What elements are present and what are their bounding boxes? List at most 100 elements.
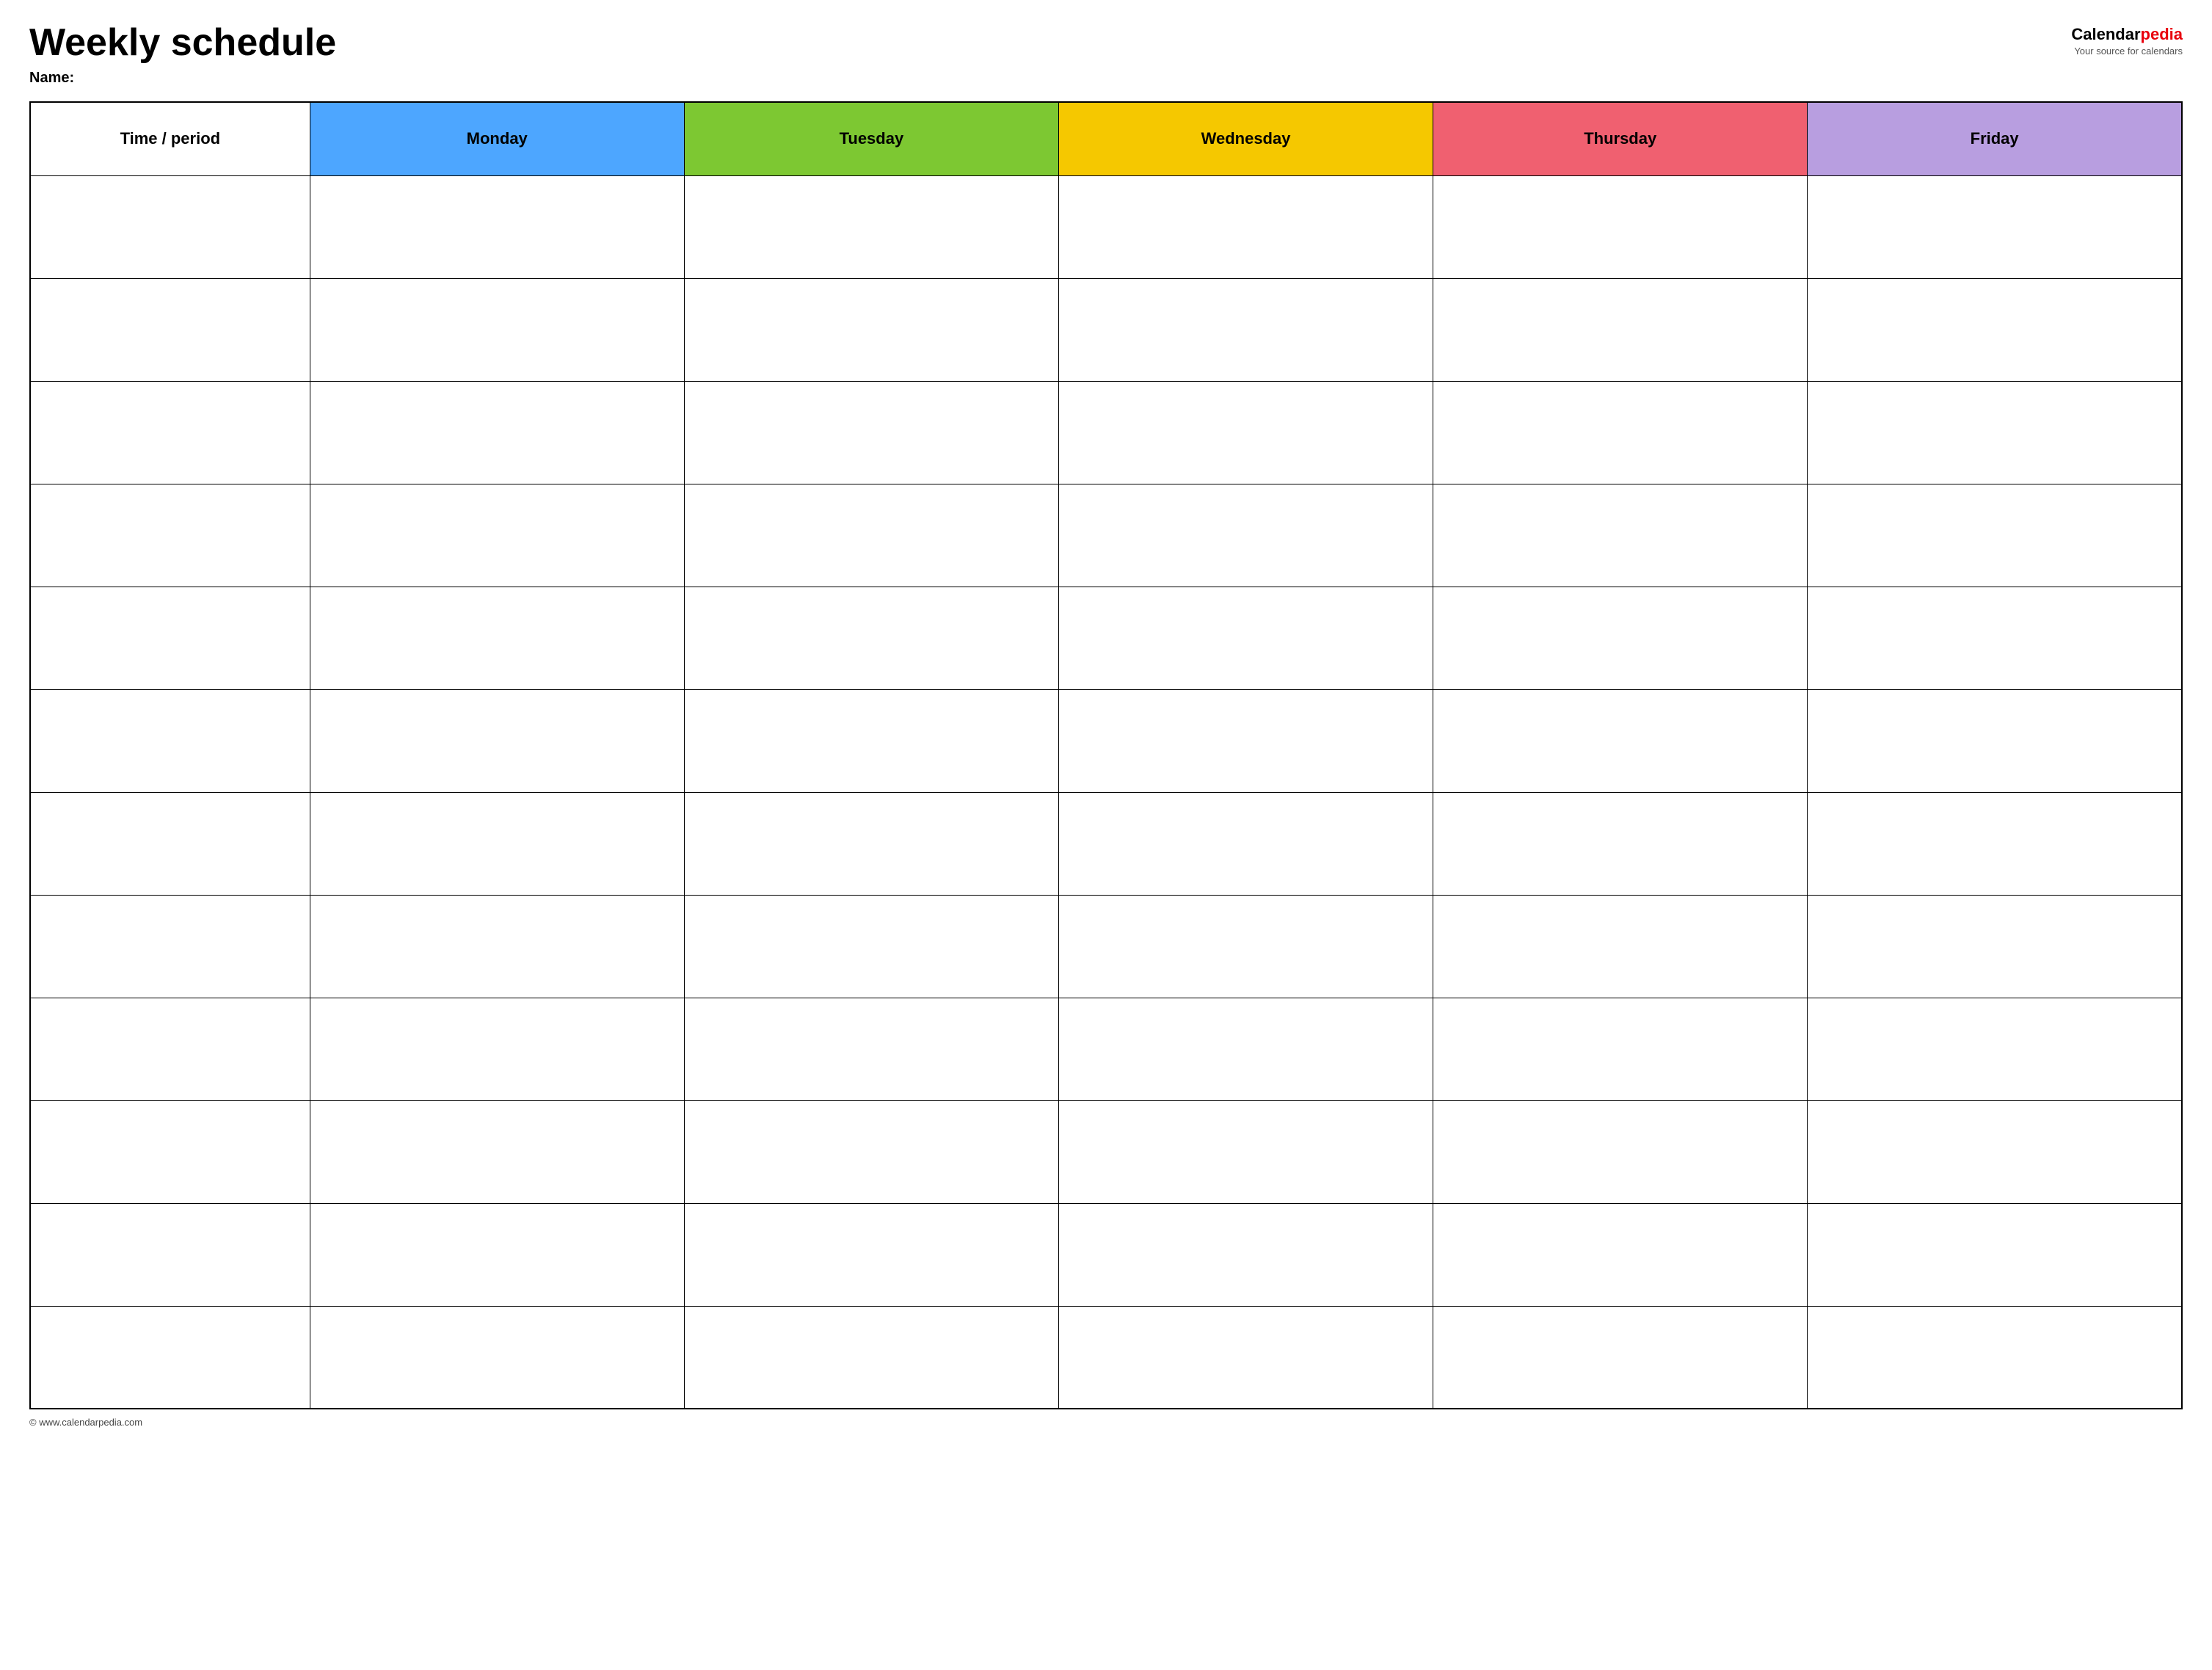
logo-subtitle: Your source for calendars [2074, 46, 2183, 57]
day-cell[interactable] [1808, 587, 2182, 689]
day-cell[interactable] [684, 1100, 1058, 1203]
time-cell[interactable] [30, 175, 310, 278]
table-header-row: Time / period Monday Tuesday Wednesday T… [30, 102, 2182, 175]
name-label: Name: [29, 70, 336, 87]
day-cell[interactable] [1058, 278, 1433, 381]
header-friday: Friday [1808, 102, 2182, 175]
day-cell[interactable] [310, 998, 684, 1100]
day-cell[interactable] [310, 587, 684, 689]
time-cell[interactable] [30, 381, 310, 484]
day-cell[interactable] [310, 381, 684, 484]
day-cell[interactable] [1808, 278, 2182, 381]
day-cell[interactable] [684, 175, 1058, 278]
day-cell[interactable] [1433, 1100, 1808, 1203]
day-cell[interactable] [310, 484, 684, 587]
table-row[interactable] [30, 895, 2182, 998]
day-cell[interactable] [310, 175, 684, 278]
table-body [30, 175, 2182, 1409]
day-cell[interactable] [1808, 1306, 2182, 1409]
day-cell[interactable] [1058, 998, 1433, 1100]
day-cell[interactable] [1433, 278, 1808, 381]
day-cell[interactable] [1058, 792, 1433, 895]
day-cell[interactable] [1808, 1100, 2182, 1203]
table-row[interactable] [30, 1306, 2182, 1409]
logo-text: Calendarpedia [2071, 25, 2183, 44]
day-cell[interactable] [684, 1203, 1058, 1306]
page-title: Weekly schedule [29, 22, 336, 64]
day-cell[interactable] [684, 381, 1058, 484]
day-cell[interactable] [1808, 689, 2182, 792]
day-cell[interactable] [684, 689, 1058, 792]
day-cell[interactable] [1058, 175, 1433, 278]
table-row[interactable] [30, 381, 2182, 484]
day-cell[interactable] [1433, 175, 1808, 278]
day-cell[interactable] [1058, 1100, 1433, 1203]
day-cell[interactable] [1433, 381, 1808, 484]
day-cell[interactable] [684, 278, 1058, 381]
table-row[interactable] [30, 175, 2182, 278]
day-cell[interactable] [684, 895, 1058, 998]
day-cell[interactable] [1808, 792, 2182, 895]
day-cell[interactable] [1058, 689, 1433, 792]
schedule-table: Time / period Monday Tuesday Wednesday T… [29, 101, 2183, 1409]
header-time: Time / period [30, 102, 310, 175]
day-cell[interactable] [1433, 998, 1808, 1100]
time-cell[interactable] [30, 1306, 310, 1409]
page-header: Weekly schedule Name: Calendarpedia Your… [29, 22, 2183, 87]
day-cell[interactable] [310, 895, 684, 998]
day-cell[interactable] [310, 278, 684, 381]
day-cell[interactable] [310, 1203, 684, 1306]
time-cell[interactable] [30, 792, 310, 895]
time-cell[interactable] [30, 689, 310, 792]
time-cell[interactable] [30, 484, 310, 587]
time-cell[interactable] [30, 998, 310, 1100]
day-cell[interactable] [1058, 895, 1433, 998]
logo-section: Calendarpedia Your source for calendars [2071, 25, 2183, 57]
day-cell[interactable] [1058, 1306, 1433, 1409]
day-cell[interactable] [310, 689, 684, 792]
day-cell[interactable] [1058, 484, 1433, 587]
day-cell[interactable] [684, 792, 1058, 895]
day-cell[interactable] [684, 998, 1058, 1100]
time-cell[interactable] [30, 587, 310, 689]
table-row[interactable] [30, 587, 2182, 689]
header-wednesday: Wednesday [1058, 102, 1433, 175]
day-cell[interactable] [1808, 381, 2182, 484]
header-thursday: Thursday [1433, 102, 1808, 175]
time-cell[interactable] [30, 1203, 310, 1306]
day-cell[interactable] [1808, 175, 2182, 278]
time-cell[interactable] [30, 1100, 310, 1203]
day-cell[interactable] [1058, 1203, 1433, 1306]
day-cell[interactable] [310, 792, 684, 895]
day-cell[interactable] [310, 1306, 684, 1409]
table-row[interactable] [30, 484, 2182, 587]
day-cell[interactable] [1433, 587, 1808, 689]
day-cell[interactable] [1058, 381, 1433, 484]
day-cell[interactable] [1058, 587, 1433, 689]
day-cell[interactable] [1433, 1306, 1808, 1409]
time-cell[interactable] [30, 278, 310, 381]
table-row[interactable] [30, 998, 2182, 1100]
day-cell[interactable] [1808, 998, 2182, 1100]
footer-text: © www.calendarpedia.com [29, 1417, 142, 1428]
title-section: Weekly schedule Name: [29, 22, 336, 87]
day-cell[interactable] [1808, 1203, 2182, 1306]
table-row[interactable] [30, 1203, 2182, 1306]
table-row[interactable] [30, 278, 2182, 381]
table-row[interactable] [30, 792, 2182, 895]
day-cell[interactable] [684, 1306, 1058, 1409]
day-cell[interactable] [1433, 1203, 1808, 1306]
time-cell[interactable] [30, 895, 310, 998]
day-cell[interactable] [310, 1100, 684, 1203]
day-cell[interactable] [1433, 792, 1808, 895]
table-row[interactable] [30, 689, 2182, 792]
day-cell[interactable] [684, 484, 1058, 587]
day-cell[interactable] [1433, 689, 1808, 792]
day-cell[interactable] [1808, 895, 2182, 998]
header-tuesday: Tuesday [684, 102, 1058, 175]
table-row[interactable] [30, 1100, 2182, 1203]
day-cell[interactable] [684, 587, 1058, 689]
day-cell[interactable] [1433, 895, 1808, 998]
day-cell[interactable] [1808, 484, 2182, 587]
day-cell[interactable] [1433, 484, 1808, 587]
